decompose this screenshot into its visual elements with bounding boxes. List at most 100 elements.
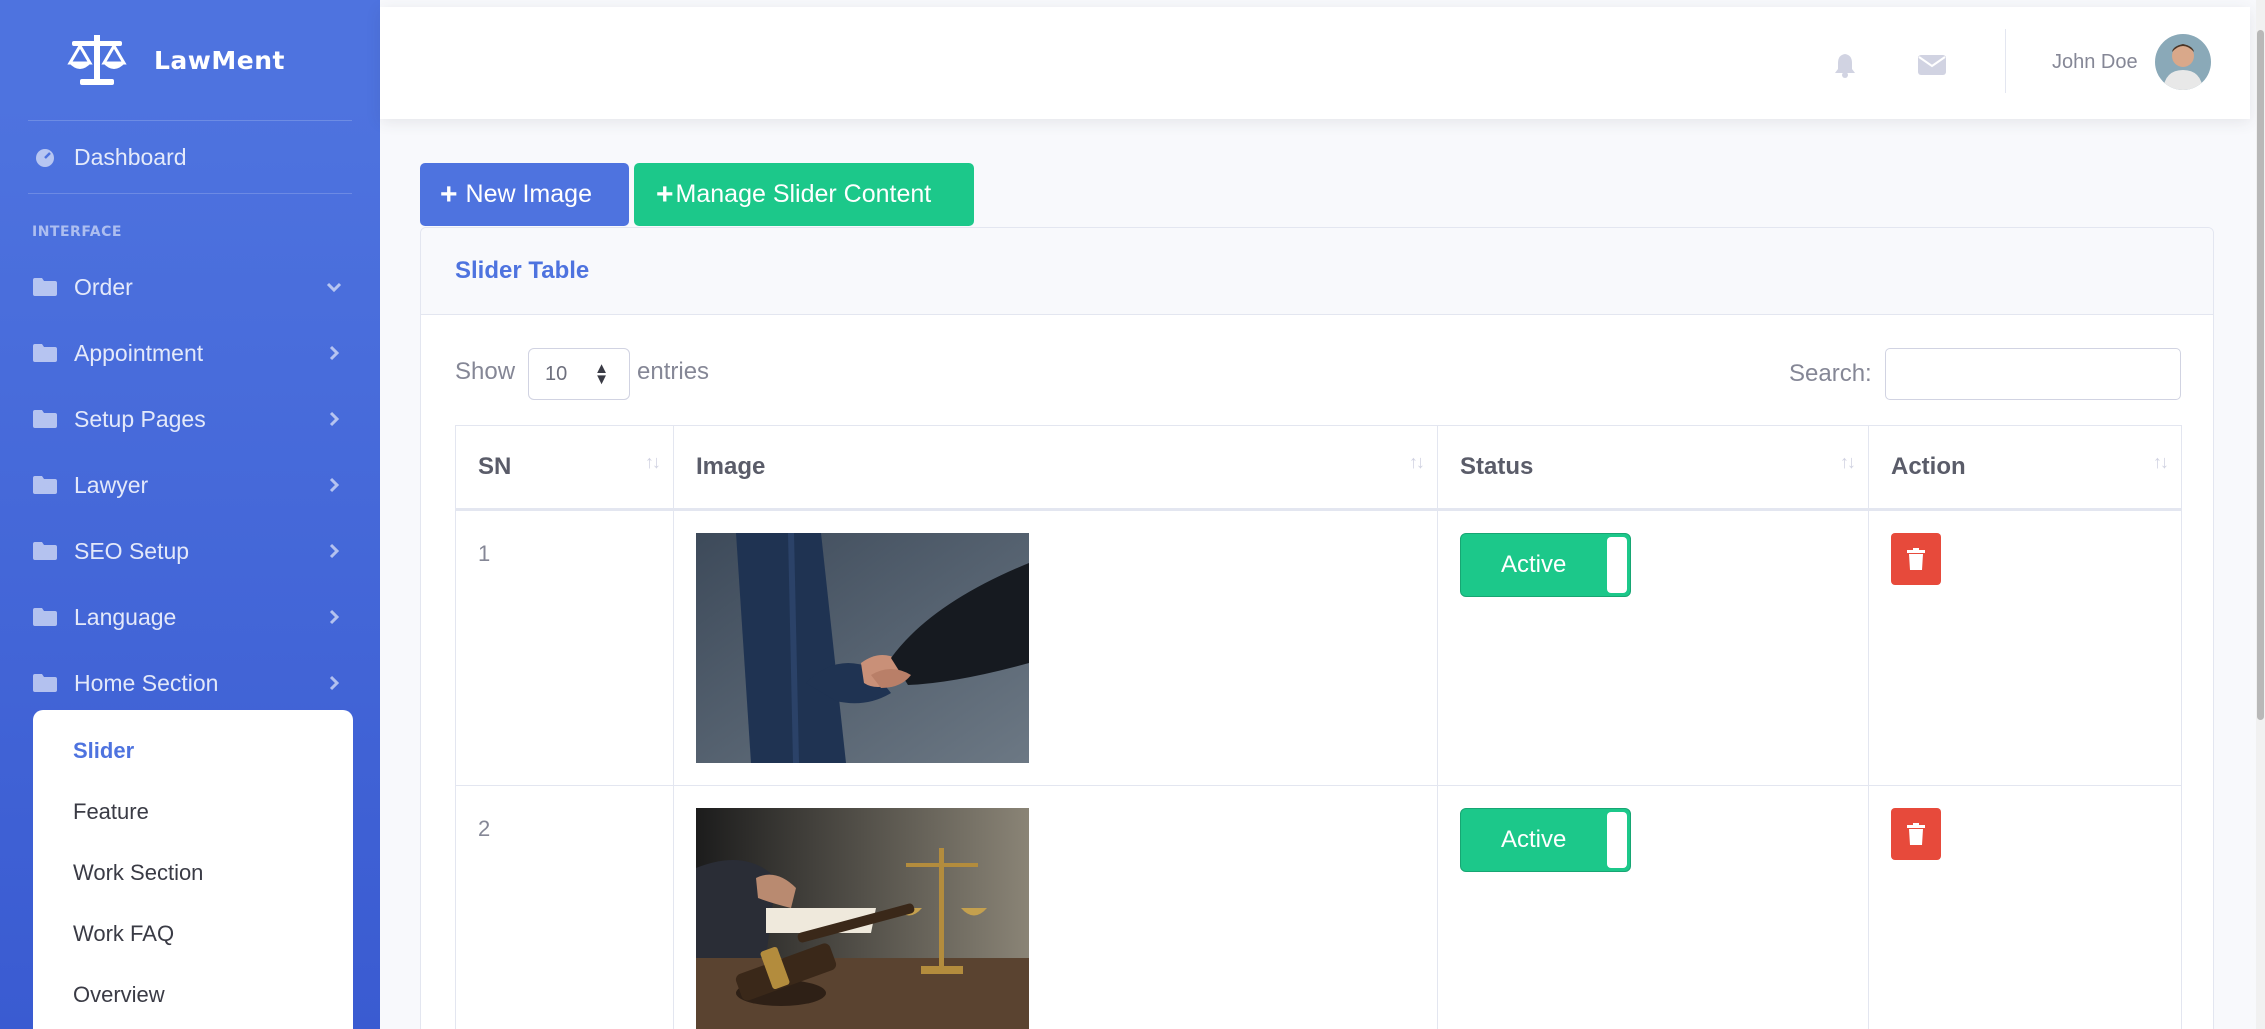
bell-icon[interactable] [1830, 52, 1860, 78]
sn-cell: 2 [455, 785, 674, 1029]
new-image-label: New Image [465, 180, 592, 208]
sort-icon: ↑↓ [645, 452, 661, 472]
toggle-knob [1607, 537, 1627, 593]
status-toggle[interactable]: Active [1460, 533, 1631, 597]
sidebar-item-language[interactable]: Language [0, 584, 380, 650]
submenu-item-work-section[interactable]: Work Section [33, 842, 353, 903]
sort-icon: ↑↓ [2153, 452, 2169, 472]
folder-icon [32, 410, 58, 428]
home-section-submenu: Slider Feature Work Section Work FAQ Ove… [33, 710, 353, 1029]
status-toggle[interactable]: Active [1460, 808, 1631, 872]
status-cell: Active [1437, 509, 1869, 786]
chevron-right-icon [324, 673, 344, 693]
sidebar-item-label: Lawyer [74, 471, 149, 498]
submenu-item-feature[interactable]: Feature [33, 781, 353, 842]
delete-button[interactable] [1891, 808, 1941, 860]
sidebar-item-order[interactable]: Order [0, 254, 380, 320]
column-header-label: SN [478, 453, 512, 480]
sidebar-item-appointment[interactable]: Appointment [0, 320, 380, 386]
brand[interactable]: LawMent [0, 0, 380, 120]
column-header-label: Status [1460, 453, 1534, 480]
search-label: Search: [1789, 360, 1872, 387]
page-length-select[interactable]: 10 ▲ ▼ [528, 348, 630, 400]
chevron-right-icon [324, 409, 344, 429]
folder-icon [32, 476, 58, 494]
submenu-item-overview[interactable]: Overview [33, 964, 353, 1025]
new-image-button[interactable]: + New Image [420, 163, 629, 226]
sidebar-item-home-section[interactable]: Home Section [0, 650, 380, 716]
submenu-item-slider[interactable]: Slider [33, 720, 353, 781]
sidebar-item-label: Appointment [74, 339, 204, 366]
image-cell [673, 509, 1438, 786]
folder-icon [32, 278, 58, 296]
slider-table: SN ↑↓ Image ↑↓ Status ↑↓ Action ↑↓ 1 Act… [455, 425, 2182, 1029]
topbar: John Doe [380, 7, 2250, 119]
table-header-row: SN ↑↓ Image ↑↓ Status ↑↓ Action ↑↓ [455, 425, 2182, 511]
envelope-icon[interactable] [1917, 52, 1947, 78]
entries-label: entries [637, 358, 710, 385]
sort-updown-icon: ▲ ▼ [594, 360, 609, 388]
search-input[interactable] [1885, 348, 2181, 400]
page-length-value: 10 [545, 362, 568, 385]
sidebar-item-dashboard[interactable]: Dashboard [0, 121, 380, 193]
table-controls: Show 10 ▲ ▼ entries Search: [421, 315, 2213, 425]
sidebar-item-setup-pages[interactable]: Setup Pages [0, 386, 380, 452]
column-header-sn[interactable]: SN ↑↓ [455, 425, 674, 511]
folder-icon [32, 542, 58, 560]
column-header-label: Action [1891, 453, 1966, 480]
card-header: Slider Table [421, 228, 2213, 315]
sidebar-item-label: Dashboard [74, 143, 187, 170]
scales-logo-icon [67, 35, 127, 85]
user-name[interactable]: John Doe [2052, 51, 2138, 74]
sidebar-item-seo-setup[interactable]: SEO Setup [0, 518, 380, 584]
sidebar-item-lawyer[interactable]: Lawyer [0, 452, 380, 518]
show-label: Show [455, 358, 516, 385]
column-header-action[interactable]: Action ↑↓ [1868, 425, 2182, 511]
sn-cell: 1 [455, 509, 674, 786]
sidebar-item-label: SEO Setup [74, 537, 190, 564]
chevron-right-icon [324, 475, 344, 495]
chevron-right-icon [324, 343, 344, 363]
status-label: Active [1501, 551, 1567, 578]
chevron-right-icon [324, 541, 344, 561]
plus-icon: + [656, 177, 674, 211]
image-cell [673, 785, 1438, 1029]
sort-icon: ↑↓ [1840, 452, 1856, 472]
delete-button[interactable] [1891, 533, 1941, 585]
topbar-divider [2005, 29, 2006, 93]
toggle-knob [1607, 812, 1627, 868]
card-title: Slider Table [455, 257, 590, 284]
column-header-image[interactable]: Image ↑↓ [673, 425, 1438, 511]
folder-icon [32, 344, 58, 362]
brand-name: LawMent [154, 45, 285, 75]
submenu-item-work-faq[interactable]: Work FAQ [33, 903, 353, 964]
manage-slider-content-button[interactable]: + Manage Slider Content [634, 163, 974, 226]
trash-icon [1907, 823, 1925, 845]
chevron-down-icon [324, 277, 344, 297]
table-row: 1 Active [455, 509, 2182, 786]
sidebar-item-label: Order [74, 273, 133, 300]
status-cell: Active [1437, 785, 1869, 1029]
status-label: Active [1501, 826, 1567, 853]
action-cell [1868, 785, 2182, 1029]
folder-icon [32, 674, 58, 692]
sort-icon: ↑↓ [1409, 452, 1425, 472]
avatar[interactable] [2155, 34, 2211, 90]
scrollbar-thumb[interactable] [2257, 30, 2264, 720]
manage-slider-label: Manage Slider Content [675, 180, 932, 208]
sidebar-item-label: Language [74, 603, 177, 630]
tachometer-icon [32, 146, 58, 168]
sidebar: LawMent Dashboard INTERFACE Order Appoin… [0, 0, 380, 1029]
window-scrollbar[interactable] [2256, 0, 2265, 1029]
plus-icon: + [440, 177, 458, 211]
handshake-photo [696, 533, 1029, 763]
gavel-scales-photo [696, 808, 1029, 1029]
sidebar-item-label: Setup Pages [74, 405, 206, 432]
trash-icon [1907, 548, 1925, 570]
sidebar-item-label: Home Section [74, 669, 219, 696]
slider-table-card: Slider Table Show 10 ▲ ▼ entries Search: … [420, 227, 2214, 1029]
folder-icon [32, 608, 58, 626]
sidebar-heading: INTERFACE [32, 224, 122, 240]
table-row: 2 Active [455, 785, 2182, 1029]
column-header-status[interactable]: Status ↑↓ [1437, 425, 1869, 511]
